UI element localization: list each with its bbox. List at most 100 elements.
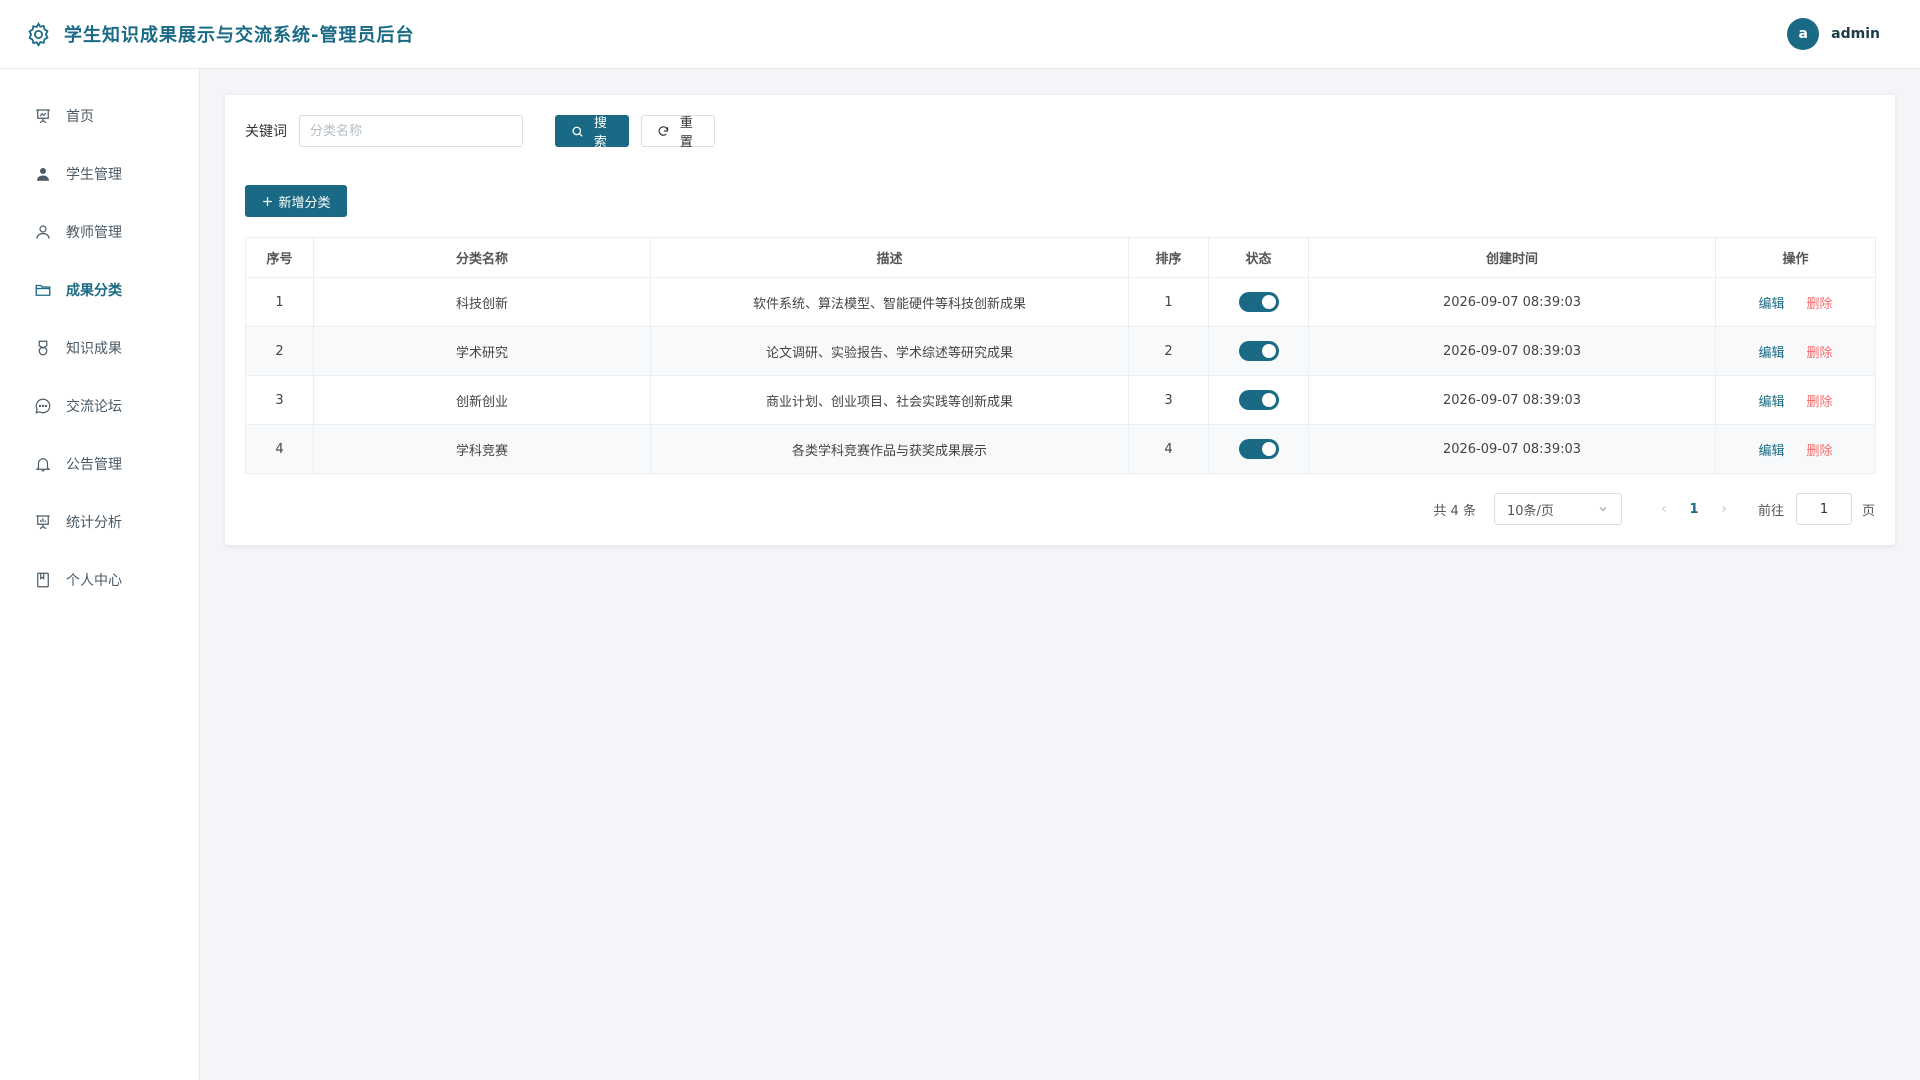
- bell-icon: [35, 458, 51, 472]
- reset-button[interactable]: 重置: [641, 115, 715, 150]
- gear-icon: [28, 21, 49, 47]
- sidebar-item-categories[interactable]: 成果分类: [0, 261, 199, 319]
- cell-sort: 1: [1128, 277, 1209, 327]
- top-header: 学生知识成果展示与交流系统-管理员后台 a admin: [0, 0, 1920, 69]
- total-count: 共 4 条: [1433, 503, 1476, 519]
- search-bar: 关键词 搜索 重置: [245, 115, 715, 150]
- cell-created: 2026-09-07 08:39:03: [1308, 326, 1716, 376]
- cell-name: 创新创业: [313, 375, 651, 425]
- column-header: 状态: [1208, 237, 1309, 278]
- sidebar-item-statistics[interactable]: 统计分析: [0, 493, 199, 551]
- search-label: 关键词: [245, 124, 287, 140]
- add-category-button[interactable]: 新增分类: [245, 185, 347, 217]
- cell-actions: 编辑 删除: [1715, 424, 1876, 474]
- edit-button[interactable]: 编辑: [1758, 346, 1784, 361]
- sidebar-item-announcements[interactable]: 公告管理: [0, 435, 199, 493]
- cell-name: 学术研究: [313, 326, 651, 376]
- cell-created: 2026-09-07 08:39:03: [1308, 424, 1716, 474]
- sidebar-item-home[interactable]: 首页: [0, 87, 199, 145]
- sidebar-item-label: 教师管理: [66, 225, 122, 241]
- refresh-icon: [658, 125, 669, 136]
- app-title: 学生知识成果展示与交流系统-管理员后台: [64, 25, 415, 46]
- sidebar-item-label: 知识成果: [66, 341, 122, 357]
- search-icon: [572, 126, 583, 137]
- cell-status: [1208, 424, 1309, 474]
- cell-name: 学科竞赛: [313, 424, 651, 474]
- cell-index: 3: [245, 375, 314, 425]
- prev-page-button[interactable]: ‹: [1650, 501, 1678, 517]
- cell-created: 2026-09-07 08:39:03: [1308, 277, 1716, 327]
- search-button[interactable]: 搜索: [555, 115, 629, 150]
- sidebar-item-students[interactable]: 学生管理: [0, 145, 199, 203]
- delete-button[interactable]: 删除: [1807, 346, 1833, 361]
- table-row: 4 学科竞赛 各类学科竞赛作品与获奖成果展示 4 2026-09-07 08:3…: [245, 424, 1876, 474]
- sidebar: 首页 学生管理 教师管理 成果分类 知识成果 交流论坛 公告管理 统计分析 个人…: [0, 69, 200, 1080]
- status-toggle[interactable]: [1238, 292, 1279, 312]
- cell-actions: 编辑 删除: [1715, 277, 1876, 327]
- edit-button[interactable]: 编辑: [1758, 444, 1784, 459]
- delete-button[interactable]: 删除: [1807, 444, 1833, 459]
- notebook-icon: [37, 572, 49, 588]
- page-size-select[interactable]: 10条/页: [1493, 493, 1622, 525]
- table-row: 2 学术研究 论文调研、实验报告、学术综述等研究成果 2 2026-09-07 …: [245, 326, 1876, 376]
- column-header: 分类名称: [313, 237, 651, 278]
- sidebar-item-label: 统计分析: [66, 515, 122, 531]
- cell-description: 商业计划、创业项目、社会实践等创新成果: [650, 375, 1129, 425]
- table-header-row: 序号 分类名称 描述 排序 状态 创建时间 操作: [245, 237, 1876, 278]
- sidebar-item-label: 个人中心: [66, 573, 122, 589]
- cell-sort: 2: [1128, 326, 1209, 376]
- delete-button[interactable]: 删除: [1807, 395, 1833, 410]
- sidebar-item-label: 公告管理: [66, 457, 122, 473]
- next-page-button[interactable]: ›: [1710, 501, 1738, 517]
- medal-icon: [38, 340, 48, 356]
- chat-icon: [35, 398, 51, 414]
- reset-button-label: 重置: [679, 116, 693, 150]
- pagination: 共 4 条 10条/页 ‹ 1 › 前往 页: [1433, 493, 1875, 525]
- cell-actions: 编辑 删除: [1715, 326, 1876, 376]
- status-toggle[interactable]: [1238, 390, 1279, 410]
- chart-board-icon: [36, 515, 50, 530]
- edit-button[interactable]: 编辑: [1758, 395, 1784, 410]
- search-button-label: 搜索: [593, 116, 607, 150]
- cell-status: [1208, 326, 1309, 376]
- cell-name: 科技创新: [313, 277, 651, 327]
- sidebar-item-label: 交流论坛: [66, 399, 122, 415]
- search-input[interactable]: [299, 115, 523, 147]
- main-card: 关键词 搜索 重置 新增分类 序号 分类名称 描述 排序: [225, 95, 1895, 545]
- user-menu[interactable]: a admin: [1787, 18, 1880, 50]
- sidebar-item-label: 学生管理: [66, 167, 122, 183]
- category-table: 序号 分类名称 描述 排序 状态 创建时间 操作 1 科技创新 软件系统、算法模…: [245, 237, 1876, 474]
- add-category-label: 新增分类: [278, 195, 331, 211]
- chevron-down-icon: [1599, 507, 1607, 512]
- sidebar-item-profile[interactable]: 个人中心: [0, 551, 199, 609]
- cell-index: 1: [245, 277, 314, 327]
- sidebar-item-achievements[interactable]: 知识成果: [0, 319, 199, 377]
- page-unit-label: 页: [1861, 503, 1875, 519]
- page-size-value: 10条/页: [1506, 503, 1554, 519]
- goto-page-input[interactable]: [1795, 493, 1852, 525]
- sidebar-item-label: 首页: [66, 109, 94, 125]
- delete-button[interactable]: 删除: [1807, 297, 1833, 312]
- brand: 学生知识成果展示与交流系统-管理员后台: [25, 21, 414, 48]
- cell-status: [1208, 277, 1309, 327]
- sidebar-item-teachers[interactable]: 教师管理: [0, 203, 199, 261]
- cell-status: [1208, 375, 1309, 425]
- username[interactable]: admin: [1831, 26, 1880, 42]
- presentation-icon: [36, 109, 50, 124]
- column-header: 排序: [1128, 237, 1209, 278]
- folder-icon: [35, 284, 51, 296]
- avatar[interactable]: a: [1787, 18, 1820, 50]
- status-toggle[interactable]: [1238, 341, 1279, 361]
- cell-sort: 4: [1128, 424, 1209, 474]
- cell-index: 2: [245, 326, 314, 376]
- cell-sort: 3: [1128, 375, 1209, 425]
- cell-description: 论文调研、实验报告、学术综述等研究成果: [650, 326, 1129, 376]
- page-number-current[interactable]: 1: [1678, 502, 1710, 517]
- user-icon: [36, 225, 50, 239]
- column-header: 描述: [650, 237, 1129, 278]
- status-toggle[interactable]: [1238, 439, 1279, 459]
- sidebar-item-forum[interactable]: 交流论坛: [0, 377, 199, 435]
- cell-index: 4: [245, 424, 314, 474]
- edit-button[interactable]: 编辑: [1758, 297, 1784, 312]
- table-row: 1 科技创新 软件系统、算法模型、智能硬件等科技创新成果 1 2026-09-0…: [245, 277, 1876, 327]
